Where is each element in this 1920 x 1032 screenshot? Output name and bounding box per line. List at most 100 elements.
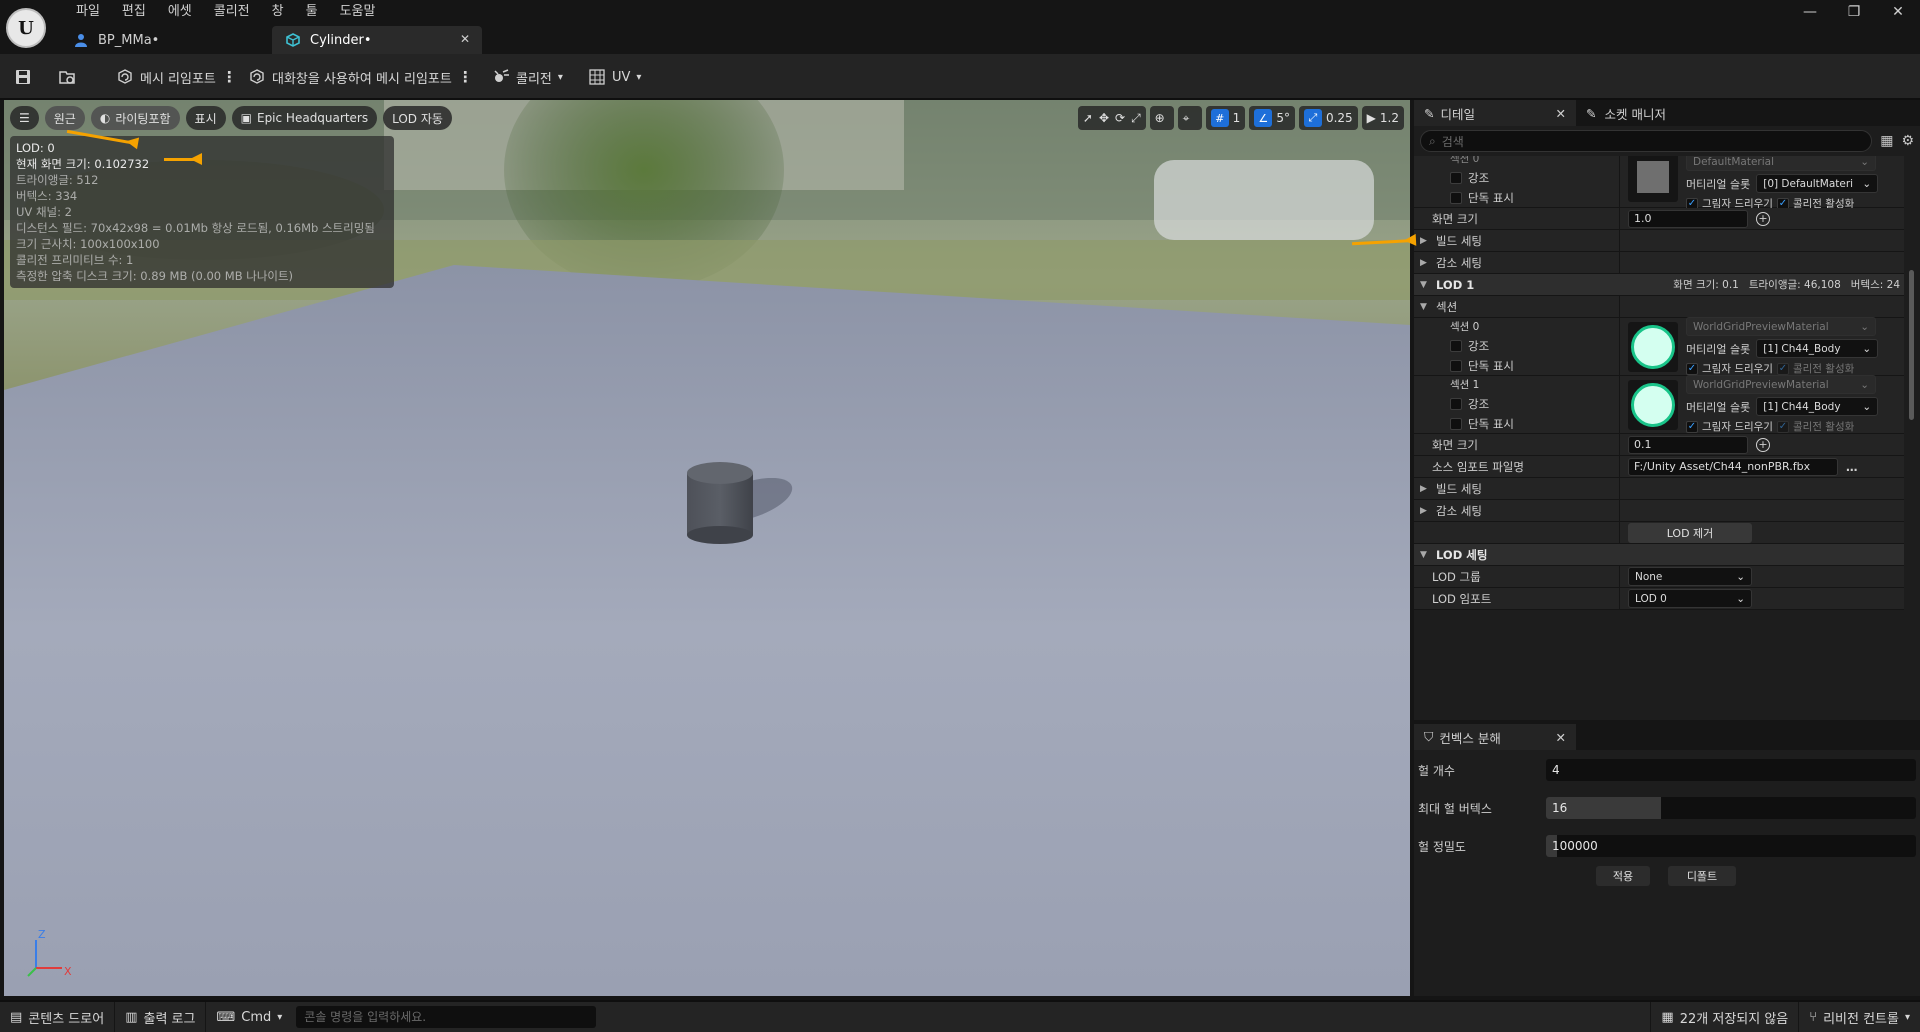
cast-shadow-checkbox[interactable]: ✓ — [1686, 420, 1698, 433]
cast-shadow-checkbox[interactable]: ✓ — [1686, 362, 1698, 375]
highlight-checkbox[interactable] — [1450, 398, 1462, 410]
mesh-viewport[interactable]: ☰ 원근 ◐ 라이팅포함 표시 ▣ Epic Headquarters LOD 자동… — [4, 100, 1410, 996]
browse-button[interactable] — [58, 64, 76, 90]
scale-snap-button[interactable]: ⤢ 0.25 — [1298, 106, 1358, 130]
menu-help[interactable]: 도움말 — [329, 2, 387, 22]
lod1-build-settings-row[interactable]: ▶ 빌드 세팅 — [1414, 478, 1904, 500]
enable-collision-checkbox[interactable]: ✓ — [1776, 362, 1789, 375]
output-log-button[interactable]: ▥ 출력 로그 — [115, 1002, 207, 1032]
source-file-input[interactable]: F:/Unity Asset/Ch44_nonPBR.fbx — [1628, 457, 1838, 476]
material-thumbnail[interactable] — [1628, 156, 1678, 202]
add-icon[interactable]: + — [1756, 437, 1770, 452]
world-local-button[interactable]: ⊕ — [1149, 106, 1174, 130]
max-verts-slider[interactable]: 16 — [1546, 797, 1916, 819]
isolate-checkbox[interactable] — [1450, 360, 1462, 372]
highlight-checkbox[interactable] — [1450, 340, 1462, 352]
lod1-reduction-settings-row[interactable]: ▶ 감소 세팅 — [1414, 500, 1904, 522]
lod1-category[interactable]: ▼ LOD 1 화면 크기: 0.1 트라이앵글: 46,108 버텍스: 24 — [1414, 274, 1904, 296]
lod1-screen-size-input[interactable]: 0.1 — [1628, 435, 1748, 454]
minimize-button[interactable]: — — [1788, 0, 1832, 24]
browse-dots-button[interactable]: … — [1846, 460, 1858, 474]
viewport-options-button[interactable]: ☰ — [10, 106, 39, 130]
details-scrollbar[interactable] — [1909, 270, 1914, 420]
console-input[interactable]: 콘솔 명령을 입력하세요. — [296, 1006, 597, 1028]
material-combo[interactable]: WorldGridPreviewMaterial ⌄ — [1686, 317, 1876, 336]
lod0-reduction-settings-row[interactable]: ▶ 감소 세팅 — [1414, 252, 1904, 274]
lod-group-combo[interactable]: None ⌄ — [1628, 567, 1752, 586]
restore-button[interactable]: ❐ — [1832, 0, 1876, 24]
search-placeholder: 검색 — [1441, 134, 1464, 149]
table-view-icon[interactable]: ▦ — [1880, 133, 1893, 149]
content-drawer-button[interactable]: ▤ 콘텐츠 드로어 — [0, 1002, 116, 1032]
tab-socket-manager[interactable]: ✎ 소켓 매니저 — [1576, 100, 1676, 126]
revision-control-button[interactable]: ⑂ 리비전 컨트롤 ▾ — [1799, 1002, 1920, 1032]
remove-lod-button[interactable]: LOD 제거 — [1628, 522, 1752, 543]
apply-button[interactable]: 적용 — [1596, 866, 1650, 886]
gear-icon[interactable]: ⚙ — [1901, 133, 1914, 149]
close-icon[interactable]: ✕ — [460, 32, 470, 46]
reimport-dialog-options-button[interactable]: ⋮ — [458, 68, 473, 86]
menu-file[interactable]: 파일 — [65, 2, 111, 22]
enable-collision-checkbox[interactable]: ✓ — [1776, 420, 1789, 433]
tab-convex-decomposition[interactable]: ⛉ 컨벡스 분해 ✕ — [1414, 724, 1576, 750]
unreal-logo-icon[interactable]: U — [6, 8, 46, 48]
grid-snap-button[interactable]: #1 — [1205, 106, 1246, 130]
default-button[interactable]: 디폴트 — [1668, 866, 1736, 886]
material-slot-combo[interactable]: [1] Ch44_Body ⌄ — [1756, 339, 1879, 358]
perspective-button[interactable]: 원근 — [44, 106, 85, 130]
reimport-options-button[interactable]: ⋮ — [222, 68, 237, 86]
cmd-dropdown[interactable]: ⌨ Cmd ▾ 콘솔 명령을 입력하세요. — [206, 1002, 606, 1032]
scale-icon[interactable]: ⤢ — [1131, 111, 1141, 126]
view-mode-button[interactable]: ◐ 라이팅포함 — [90, 106, 180, 130]
reimport-dialog-button[interactable]: 대화창을 사용하여 메시 리임포트 ⋮ — [248, 64, 473, 90]
lod0-build-settings-row[interactable]: ▶ 빌드 세팅 — [1414, 230, 1904, 252]
close-icon[interactable]: ✕ — [1556, 106, 1566, 121]
tab-details[interactable]: ✎ 디테일 ✕ — [1414, 100, 1576, 126]
material-combo[interactable]: DefaultMaterial ⌄ — [1686, 156, 1876, 171]
show-button[interactable]: 표시 — [185, 106, 226, 130]
material-slot-combo[interactable]: [1] Ch44_Body ⌄ — [1756, 397, 1879, 416]
material-thumbnail[interactable] — [1628, 321, 1678, 372]
surface-snap-button[interactable]: ⌖ — [1177, 106, 1202, 130]
select-icon[interactable]: ➚ — [1083, 111, 1093, 125]
hull-count-input[interactable]: 4 — [1546, 759, 1916, 781]
lod1-sections-row[interactable]: ▼ 섹션 — [1414, 296, 1904, 318]
camera-speed-button[interactable]: ▶ 1.2 — [1361, 106, 1404, 130]
angle-snap-button[interactable]: ∠ 5° — [1249, 106, 1295, 130]
isolate-checkbox[interactable] — [1450, 418, 1462, 430]
details-search-input[interactable]: ⌕ 검색 — [1420, 130, 1873, 152]
tab-cylinder[interactable]: Cylinder• ✕ — [272, 26, 482, 54]
highlight-checkbox[interactable] — [1450, 172, 1462, 184]
menu-tools[interactable]: 툴 — [295, 2, 329, 22]
tab-bp-mma[interactable]: BP_MMa• — [60, 26, 272, 54]
material-thumbnail[interactable] — [1628, 379, 1678, 430]
menu-window[interactable]: 창 — [261, 2, 295, 22]
close-icon[interactable]: ✕ — [1556, 730, 1566, 745]
reimport-mesh-button[interactable]: 메시 리임포트 ⋮ — [116, 64, 237, 90]
lod-button[interactable]: LOD 자동 — [383, 106, 452, 130]
save-button[interactable] — [14, 64, 32, 90]
lod-import-combo[interactable]: LOD 0 ⌄ — [1628, 589, 1752, 608]
close-window-button[interactable]: ✕ — [1876, 0, 1920, 24]
collision-menu-button[interactable]: 콜리전 ▾ — [492, 64, 563, 90]
stat-vertices: 버텍스: 334 — [16, 189, 78, 203]
move-icon[interactable]: ✥ — [1099, 111, 1109, 125]
details-tabs: ✎ 디테일 ✕ ✎ 소켓 매니저 — [1414, 100, 1920, 126]
chevron-down-icon: ▾ — [636, 71, 642, 83]
material-slot-combo[interactable]: [0] DefaultMateri ⌄ — [1756, 174, 1879, 193]
precision-slider[interactable]: 100000 — [1546, 835, 1916, 857]
isolate-checkbox[interactable] — [1450, 192, 1462, 204]
menu-asset[interactable]: 에셋 — [157, 2, 203, 22]
add-icon[interactable]: + — [1756, 211, 1770, 226]
menu-collision[interactable]: 콜리전 — [203, 2, 261, 22]
lod0-screen-size-input[interactable]: 1.0 — [1628, 209, 1748, 228]
material-combo[interactable]: WorldGridPreviewMaterial ⌄ — [1686, 375, 1876, 394]
menu-edit[interactable]: 편집 — [111, 2, 157, 22]
uv-menu-button[interactable]: UV ▾ — [588, 64, 641, 90]
hull-count-label: 헐 개수 — [1418, 763, 1455, 778]
preview-scene-button[interactable]: ▣ Epic Headquarters — [231, 106, 378, 130]
unsaved-button[interactable]: ▦ 22개 저장되지 않음 — [1650, 1002, 1800, 1032]
lod-settings-category[interactable]: ▼ LOD 세팅 — [1414, 544, 1904, 566]
rotate-icon[interactable]: ⟳ — [1115, 111, 1125, 125]
slot-value: [1] Ch44_Body — [1763, 342, 1841, 355]
